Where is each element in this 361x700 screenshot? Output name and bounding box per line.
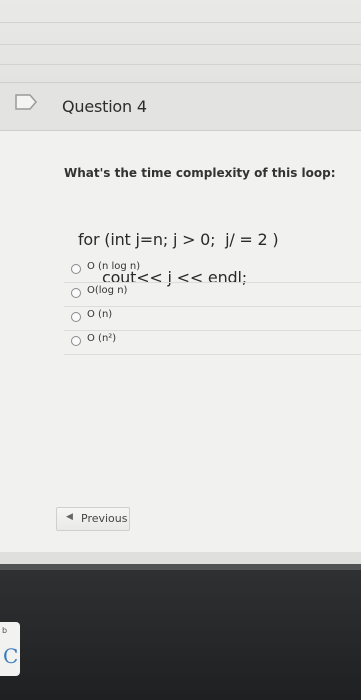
question-prompt: What's the time complexity of this loop: (64, 166, 336, 180)
answer-options: O (n log n) O(log n) O (n) O (n²) (64, 258, 361, 453)
question-header: Question 4 (0, 82, 361, 131)
answer-option[interactable]: O (n log n) (64, 258, 361, 283)
top-strip (0, 0, 361, 82)
answer-option-label: O(log n) (87, 285, 128, 296)
previous-button[interactable]: ◀ Previous (56, 507, 130, 531)
page-footer-strip (0, 552, 361, 564)
bezel-edge (0, 564, 361, 570)
previous-button-label: Previous (81, 512, 128, 525)
chevron-left-icon: ◀ (66, 512, 73, 522)
question-title: Question 4 (62, 97, 147, 116)
answer-option[interactable]: O (n²) (64, 330, 361, 355)
code-line-1: for (int j=n; j > 0; j/ = 2 ) (78, 230, 279, 249)
divider (0, 64, 361, 65)
dock-app-letter: C (3, 644, 19, 668)
radio-button[interactable] (71, 336, 81, 346)
dock-app-mini-label: b (2, 626, 8, 635)
answer-option-label: O (n log n) (87, 261, 141, 272)
radio-button[interactable] (71, 288, 81, 298)
dock-app-icon[interactable]: b C (0, 622, 20, 676)
flag-icon[interactable] (14, 93, 38, 111)
divider (0, 44, 361, 45)
radio-button[interactable] (71, 264, 81, 274)
answer-option[interactable]: O(log n) (64, 282, 361, 307)
answer-option[interactable]: O (n) (64, 306, 361, 331)
divider (0, 22, 361, 23)
answer-option-label: O (n) (87, 309, 113, 320)
radio-button[interactable] (71, 312, 81, 322)
question-card: Question 4 What's the time complexity of… (0, 82, 361, 552)
answer-option-label: O (n²) (87, 333, 117, 344)
monitor-bezel (0, 564, 361, 700)
